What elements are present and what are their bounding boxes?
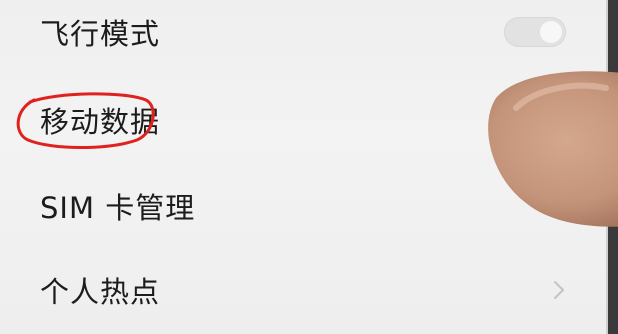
setting-row-airplane-mode[interactable]: 飞行模式: [0, 0, 606, 72]
settings-screen: 飞行模式 移动数据 SIM 卡管理 个人热点: [0, 0, 608, 334]
chevron-right-icon: [554, 281, 564, 299]
setting-label-personal-hotspot: 个人热点: [40, 275, 161, 309]
airplane-mode-toggle[interactable]: [504, 17, 566, 47]
setting-label-airplane-mode: 飞行模式: [40, 17, 161, 51]
setting-row-mobile-data[interactable]: 移动数据: [0, 80, 606, 160]
setting-row-sim-management[interactable]: SIM 卡管理: [0, 166, 606, 246]
setting-row-personal-hotspot[interactable]: 个人热点: [0, 250, 606, 330]
toggle-knob: [540, 21, 562, 43]
setting-label-mobile-data: 移动数据: [40, 105, 161, 139]
photo-frame: 飞行模式 移动数据 SIM 卡管理 个人热点: [0, 0, 618, 334]
setting-label-sim-management: SIM 卡管理: [40, 191, 196, 225]
